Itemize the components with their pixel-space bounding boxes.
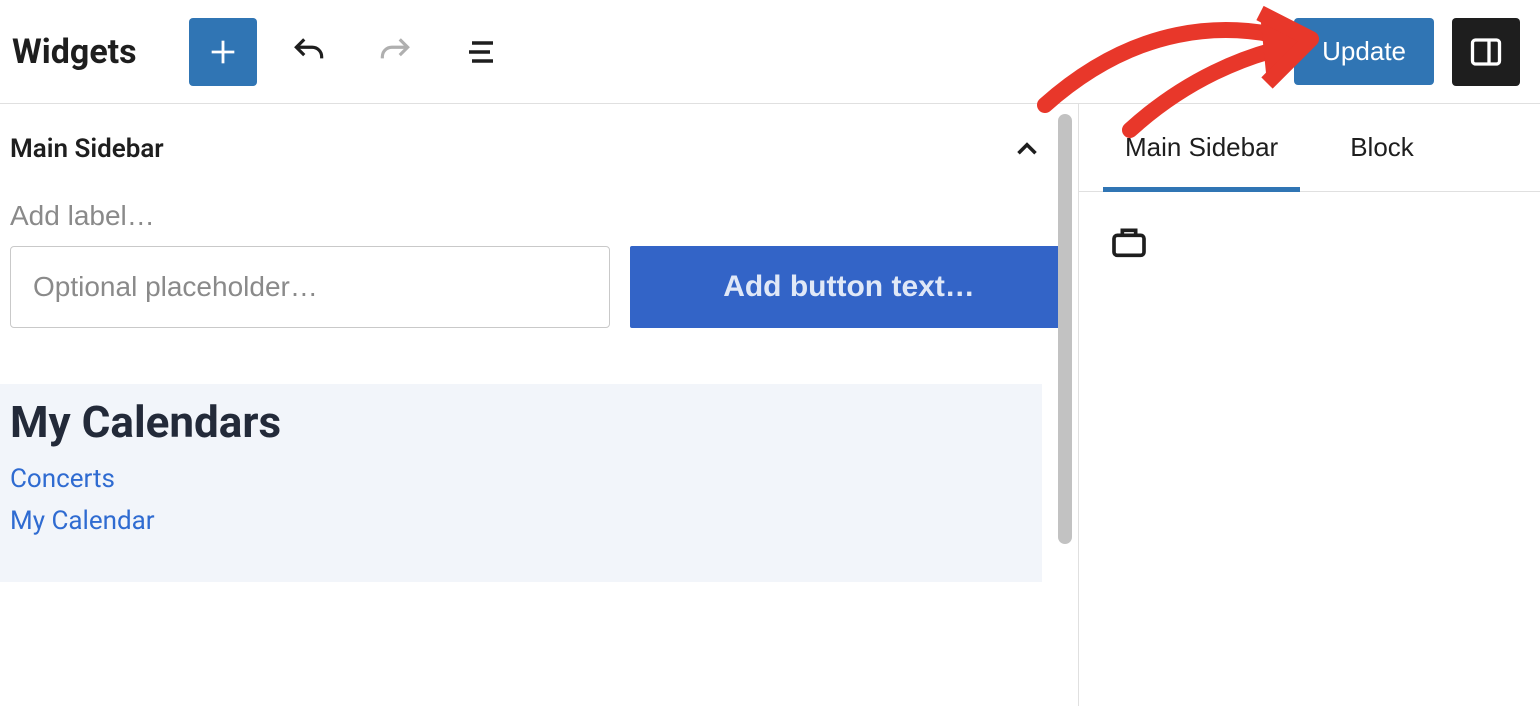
- scrollbar[interactable]: [1058, 114, 1072, 544]
- redo-button[interactable]: [361, 18, 429, 86]
- add-block-button[interactable]: [189, 18, 257, 86]
- settings-panel-toggle[interactable]: [1452, 18, 1520, 86]
- plus-icon: [206, 35, 240, 69]
- editor-canvas: Main Sidebar My Calendars Concerts My Ca…: [0, 104, 1078, 706]
- toolbar-right: Update: [1294, 18, 1528, 86]
- search-placeholder-input[interactable]: [10, 246, 610, 328]
- search-button-text-input[interactable]: [630, 246, 1068, 328]
- redo-icon: [376, 33, 414, 71]
- search-label-input[interactable]: [10, 194, 1068, 246]
- widget-area-header[interactable]: Main Sidebar: [0, 104, 1078, 194]
- sidebar-tabs: Main Sidebar Block: [1079, 104, 1540, 192]
- widget-area-title: Main Sidebar: [10, 134, 164, 164]
- panel-icon: [1468, 34, 1504, 70]
- main-content: Main Sidebar My Calendars Concerts My Ca…: [0, 104, 1540, 706]
- search-row: [10, 246, 1068, 328]
- undo-icon: [290, 33, 328, 71]
- tab-main-sidebar[interactable]: Main Sidebar: [1109, 104, 1294, 191]
- update-button[interactable]: Update: [1294, 18, 1434, 85]
- undo-button[interactable]: [275, 18, 343, 86]
- calendars-block[interactable]: My Calendars Concerts My Calendar: [0, 384, 1042, 582]
- sidebar-body: [1079, 192, 1540, 296]
- settings-sidebar: Main Sidebar Block: [1078, 104, 1540, 706]
- search-block: [0, 194, 1078, 328]
- calendar-link[interactable]: Concerts: [0, 458, 1030, 500]
- toolbar: Widgets Update: [0, 0, 1540, 104]
- widget-area-icon: [1109, 222, 1149, 262]
- chevron-up-icon: [1010, 132, 1044, 166]
- list-view-icon: [463, 34, 499, 70]
- calendar-link[interactable]: My Calendar: [0, 500, 1030, 542]
- toolbar-left: Widgets: [12, 18, 515, 86]
- calendars-heading: My Calendars: [0, 396, 1030, 448]
- tab-block[interactable]: Block: [1334, 104, 1430, 191]
- page-title: Widgets: [12, 32, 137, 72]
- list-view-button[interactable]: [447, 18, 515, 86]
